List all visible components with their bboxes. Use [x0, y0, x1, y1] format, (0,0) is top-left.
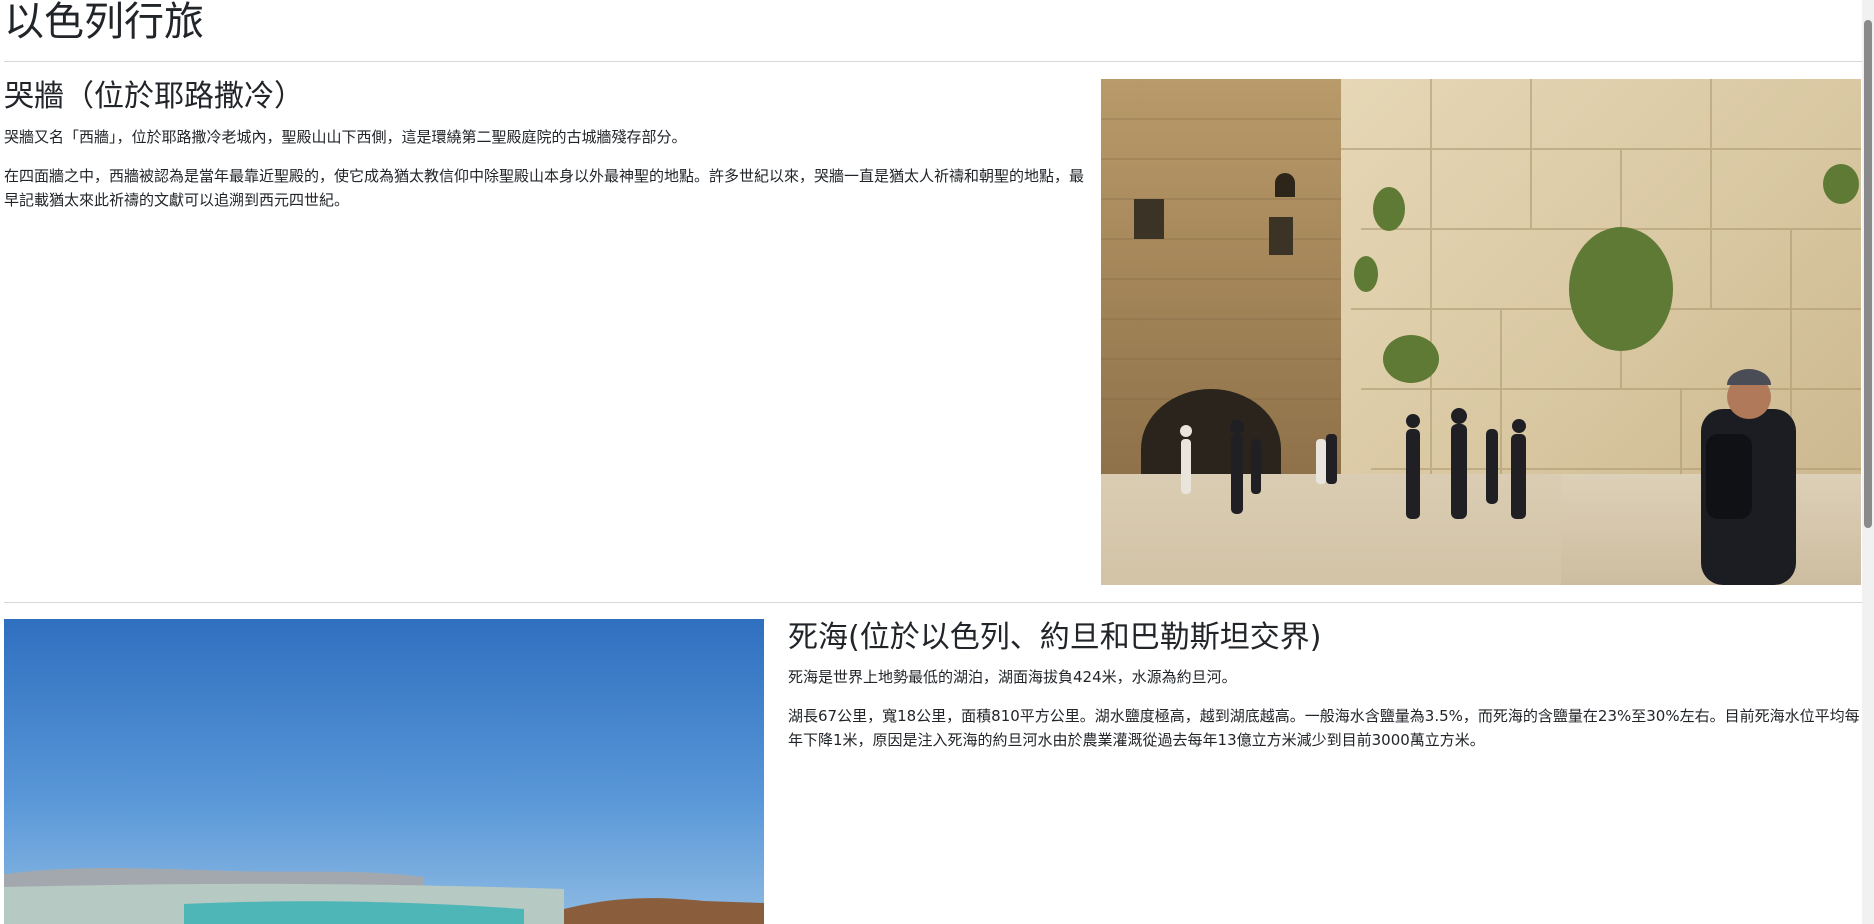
page-title: 以色列行旅 [4, 0, 204, 45]
section-heading: 死海(位於以色列、約旦和巴勒斯坦交界) [788, 620, 1322, 655]
scrollbar-thumb[interactable] [1864, 20, 1872, 528]
section-paragraph: 在四面牆之中，西牆被認為是當年最靠近聖殿的，使它成為猶太教信仰中除聖殿山本身以外… [4, 167, 1085, 209]
page: 以色列行旅 哭牆（位於耶路撒冷） 哭牆又名「西牆」，位於耶路撒冷老城內，聖殿山山… [0, 0, 1874, 924]
dead-sea-photo [4, 619, 764, 924]
section-paragraph: 死海是世界上地勢最低的湖泊，湖面海拔負424米，水源為約旦河。 [788, 668, 1237, 686]
section-paragraph: 湖長67公里，寬18公里，面積810平方公里。湖水鹽度極高，越到湖底越高。一般海… [788, 707, 1860, 749]
title-divider [4, 61, 1862, 62]
section-paragraph: 哭牆又名「西牆」，位於耶路撒冷老城內，聖殿山山下西側，這是環繞第二聖殿庭院的古城… [4, 128, 687, 146]
section-heading: 哭牆（位於耶路撒冷） [4, 79, 304, 114]
western-wall-photo [1101, 79, 1861, 585]
section-divider [4, 602, 1862, 603]
vertical-scrollbar[interactable] [1862, 0, 1874, 924]
